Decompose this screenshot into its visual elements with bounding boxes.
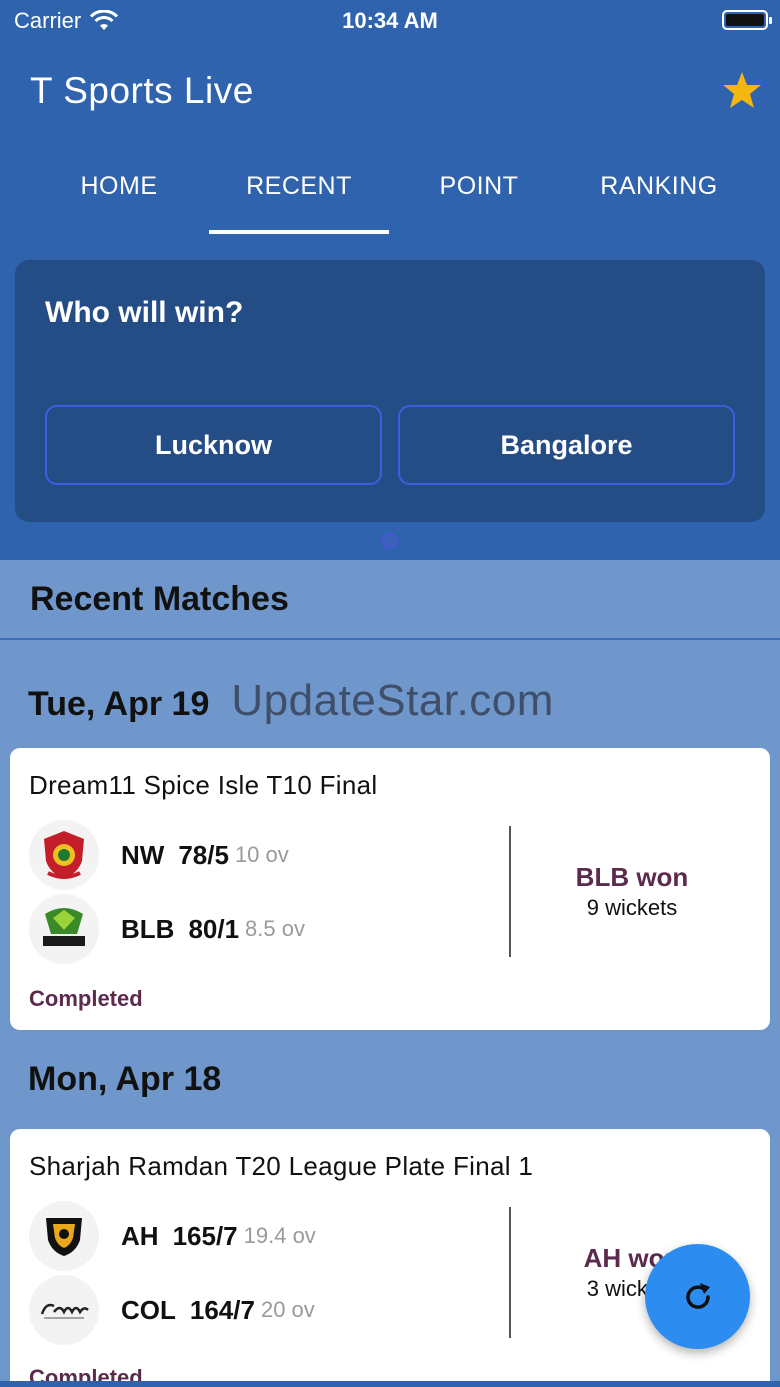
team-score: 80/1: [188, 913, 240, 944]
team-score: 165/7: [172, 1220, 238, 1251]
team-overs: 20 ov: [260, 1297, 315, 1322]
vote-bangalore-button[interactable]: Bangalore: [398, 405, 735, 485]
team-logo-icon: [29, 1201, 99, 1271]
poll-question: Who will win?: [45, 296, 244, 329]
match-card[interactable]: Sharjah Ramdan T20 League Plate Final 1 …: [10, 1129, 770, 1387]
script-logo-icon: [40, 1303, 89, 1319]
team-row: BLB 80/1 8.5 ov: [29, 894, 305, 964]
status-bar: Carrier 10:34 AM: [0, 0, 780, 40]
blasters-logo-icon: [43, 908, 85, 946]
poll-card: Who will win? Lucknow Bangalore: [15, 260, 765, 522]
team-overs: 19.4 ov: [243, 1223, 316, 1248]
match-card[interactable]: Dream11 Spice Isle T10 Final NW 78/5 10 …: [10, 748, 770, 1030]
section-title: Recent Matches: [30, 580, 289, 618]
team-row: AH 165/7 19.4 ov: [29, 1201, 316, 1271]
team-abbr: AH: [121, 1220, 159, 1251]
team-overs: 8.5 ov: [245, 916, 305, 941]
team-score: 164/7: [189, 1294, 255, 1325]
team-logo-icon: [29, 820, 99, 890]
team-logo-icon: [29, 894, 99, 964]
team-abbr: BLB: [121, 913, 175, 944]
team-row: NW 78/5 10 ov: [29, 820, 289, 890]
date-label: Mon, Apr 18: [28, 1060, 222, 1098]
app-title: T Sports Live: [30, 70, 254, 111]
poll-carousel[interactable]: Who will win? Lucknow Bangalore: [0, 240, 780, 560]
watermark-text: UpdateStar.com: [231, 676, 554, 725]
status-time: 10:34 AM: [342, 8, 438, 33]
tab-home[interactable]: HOME: [29, 150, 209, 240]
result-title: BLB won: [575, 862, 689, 892]
team-logo-icon: [29, 1275, 99, 1345]
match-result: BLB won 9 wickets: [530, 862, 734, 921]
shield-badge-icon: [46, 1218, 82, 1256]
star-icon[interactable]: [722, 70, 762, 110]
bottom-bar: [0, 1381, 780, 1387]
team-overs: 10 ov: [234, 842, 289, 867]
refresh-icon: [685, 1282, 710, 1309]
result-detail: 9 wickets: [586, 895, 678, 920]
match-title: Dream11 Spice Isle T10 Final: [29, 770, 378, 800]
match-status: Completed: [29, 986, 143, 1011]
match-title: Sharjah Ramdan T20 League Plate Final 1: [29, 1151, 534, 1181]
battery-icon: [722, 10, 772, 30]
date-header: Mon, Apr 18: [28, 1060, 221, 1099]
team-row: COL 164/7 20 ov: [29, 1275, 315, 1345]
team-abbr: COL: [121, 1294, 176, 1325]
section-header: Recent Matches: [0, 560, 780, 640]
shield-crest-icon: [44, 831, 84, 879]
date-header: Tue, Apr 19 UpdateStar.com: [28, 676, 554, 726]
tab-bar: HOME RECENT POINT RANKING: [0, 150, 780, 240]
tab-point[interactable]: POINT: [389, 150, 569, 240]
refresh-button[interactable]: [645, 1244, 750, 1349]
page-indicator-dot: [382, 533, 398, 549]
team-score: 78/5: [178, 839, 229, 870]
date-label: Tue, Apr 19: [28, 685, 210, 723]
vote-lucknow-button[interactable]: Lucknow: [45, 405, 382, 485]
tab-ranking[interactable]: RANKING: [569, 150, 749, 240]
app-bar: T Sports Live: [0, 40, 780, 150]
vertical-divider: [509, 826, 511, 957]
team-abbr: NW: [121, 839, 165, 870]
vertical-divider: [509, 1207, 511, 1338]
tab-recent[interactable]: RECENT: [209, 150, 389, 240]
